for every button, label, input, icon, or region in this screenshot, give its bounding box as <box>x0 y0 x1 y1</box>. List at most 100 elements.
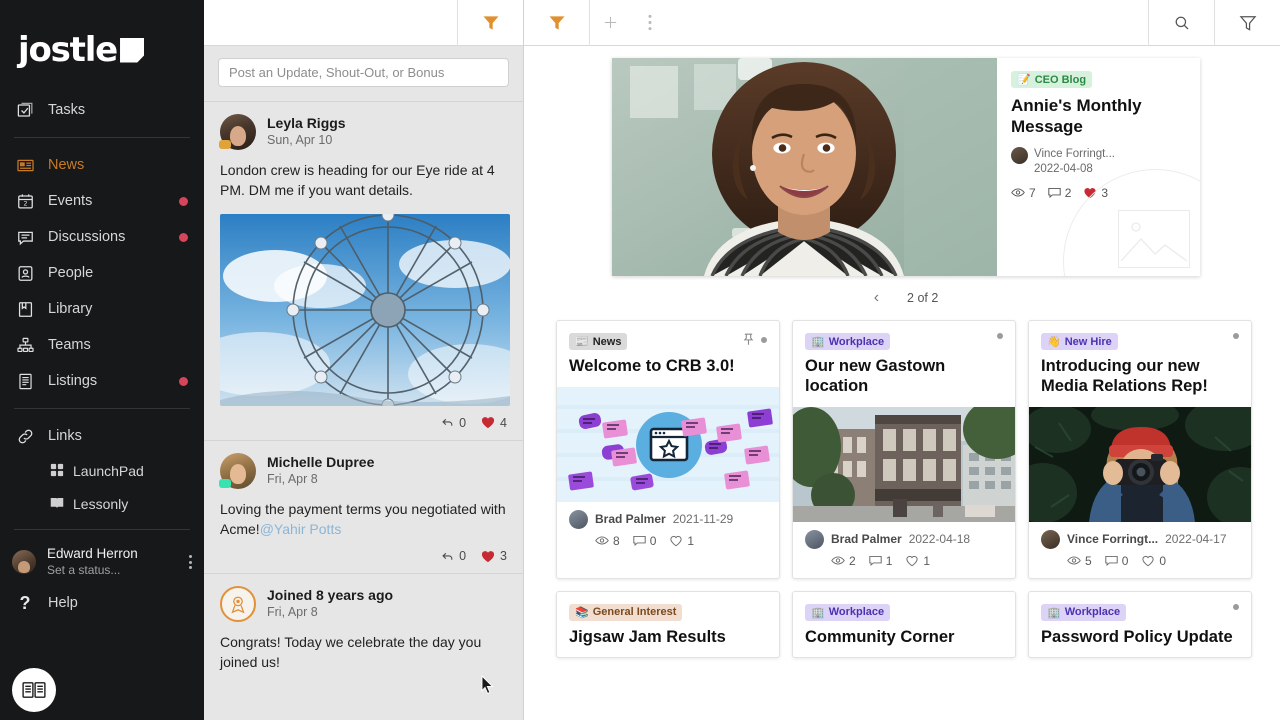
views-stat: 2 <box>831 554 856 568</box>
book-fab-button[interactable] <box>12 668 56 712</box>
card-badge[interactable]: 🏢 Workplace <box>805 333 890 350</box>
card-badge[interactable]: 🏢 Workplace <box>805 604 890 621</box>
sidebar-item-news[interactable]: News <box>0 147 204 183</box>
views-count: 8 <box>613 534 620 548</box>
reply-action[interactable]: 0 <box>441 416 466 430</box>
brand-mark-icon <box>120 38 144 63</box>
sidebar-divider-1 <box>14 137 190 138</box>
avatar <box>1041 530 1060 549</box>
card-controls <box>1233 333 1239 339</box>
avatar <box>220 586 256 622</box>
hero-badge[interactable]: 📝 CEO Blog <box>1011 71 1092 88</box>
sidebar-item-label: Listings <box>48 373 97 389</box>
notification-dot <box>179 377 188 386</box>
status-dot-icon[interactable] <box>1233 604 1239 610</box>
feed-column: Post an Update, Shout-Out, or Bonus Leyl… <box>204 0 524 720</box>
card-badge[interactable]: 👋 New Hire <box>1041 333 1118 350</box>
heart-outline-icon <box>669 535 683 547</box>
card-footer: Brad Palmer 2021-11-29 8 <box>557 502 779 558</box>
status-dot-icon[interactable] <box>1233 333 1239 339</box>
more-button[interactable] <box>630 0 670 46</box>
add-button[interactable] <box>590 0 630 46</box>
card-badge[interactable]: 📰 News <box>569 333 627 350</box>
hero-date: 2022-04-08 <box>1034 163 1093 175</box>
like-action[interactable]: 4 <box>481 416 507 430</box>
badge-label: Workplace <box>829 336 884 348</box>
post-image[interactable] <box>220 214 510 406</box>
sidebar-item-events[interactable]: 2 Events <box>0 183 204 219</box>
sidebar-item-links[interactable]: Links <box>0 418 204 454</box>
people-icon <box>14 262 36 284</box>
views-count: 5 <box>1085 554 1092 568</box>
sidebar-item-teams[interactable]: Teams <box>0 327 204 363</box>
views-stat: 8 <box>595 534 620 548</box>
feed-post[interactable]: Michelle Dupree Fri, Apr 8 Loving the pa… <box>204 440 523 574</box>
tasks-icon <box>14 99 36 121</box>
badge-label: News <box>593 336 622 348</box>
main-filter-button[interactable] <box>524 0 590 46</box>
book-icon <box>22 680 46 700</box>
sidebar-item-tasks[interactable]: Tasks <box>0 92 204 128</box>
news-card[interactable]: 📚 General Interest Jigsaw Jam Results <box>556 591 780 659</box>
comments-count: 2 <box>1065 186 1072 200</box>
search-icon <box>1173 14 1191 32</box>
card-badge[interactable]: 📚 General Interest <box>569 604 682 621</box>
sidebar-item-people[interactable]: People <box>0 255 204 291</box>
sidebar-item-discussions[interactable]: Discussions <box>0 219 204 255</box>
search-button[interactable] <box>1148 0 1214 46</box>
card-footer: Brad Palmer 2022-04-18 2 <box>793 522 1015 578</box>
comments-count: 1 <box>886 554 893 568</box>
reply-action[interactable]: 0 <box>441 549 466 563</box>
card-footer: Vince Forringt... 2022-04-17 5 <box>1029 522 1251 578</box>
filter-icon <box>547 13 567 33</box>
status-dot-icon[interactable] <box>997 333 1003 339</box>
kebab-menu-icon[interactable] <box>189 553 192 572</box>
news-card[interactable]: 🏢 Workplace Password Policy Update <box>1028 591 1252 659</box>
views-stat: 7 <box>1011 186 1036 200</box>
pin-icon[interactable] <box>743 333 754 346</box>
filter-icon <box>1238 13 1258 33</box>
card-title: Community Corner <box>805 628 1003 648</box>
composer-input[interactable]: Post an Update, Shout-Out, or Bonus <box>218 58 509 87</box>
news-card[interactable]: 🏢 Workplace Our new Gastown location <box>792 320 1016 579</box>
sidebar-item-library[interactable]: Library <box>0 291 204 327</box>
sidebar-item-label: Events <box>48 193 92 209</box>
status-dot-icon[interactable] <box>761 337 767 343</box>
sidebar-item-lessonly[interactable]: Lessonly <box>0 487 204 520</box>
post-mention[interactable]: @Yahir Potts <box>260 521 342 537</box>
badge-label: New Hire <box>1065 336 1112 348</box>
brand-logo[interactable]: jostle <box>0 0 204 92</box>
sidebar-item-listings[interactable]: Listings <box>0 363 204 399</box>
sidebar-item-launchpad[interactable]: LaunchPad <box>0 454 204 487</box>
prev-page-button[interactable]: ‹ <box>874 289 879 307</box>
news-card[interactable]: 📰 News Welcome to CRB 3.0! <box>556 320 780 579</box>
views-count: 2 <box>849 554 856 568</box>
feed-post[interactable]: Leyla Riggs Sun, Apr 10 London crew is h… <box>204 101 523 440</box>
hero-card[interactable]: 📝 CEO Blog Annie's Monthly Message Vince… <box>612 58 1200 276</box>
hero-meta: 📝 CEO Blog Annie's Monthly Message Vince… <box>997 58 1200 276</box>
reply-count: 0 <box>459 416 466 430</box>
views-count: 7 <box>1029 186 1036 200</box>
hero-author: Vince Forringt... <box>1034 148 1115 160</box>
like-action[interactable]: 3 <box>481 549 507 563</box>
feed-post[interactable]: Joined 8 years ago Fri, Apr 8 Congrats! … <box>204 573 523 683</box>
news-card[interactable]: 👋 New Hire Introducing our new Media Rel… <box>1028 320 1252 579</box>
likes-stat: 0 <box>1141 554 1166 568</box>
composer-wrap: Post an Update, Shout-Out, or Bonus <box>204 46 523 101</box>
sidebar-item-help[interactable]: ? Help <box>0 585 204 621</box>
post-date: Sun, Apr 10 <box>267 133 346 147</box>
notification-dot <box>179 197 188 206</box>
sidebar-sublink-label: LaunchPad <box>73 463 144 479</box>
card-badge[interactable]: 🏢 Workplace <box>1041 604 1126 621</box>
grid-icon <box>50 463 65 478</box>
user-status[interactable]: Set a status... <box>47 563 138 578</box>
feed-filter-button[interactable] <box>457 0 523 46</box>
right-filter-button[interactable] <box>1214 0 1280 46</box>
badge-emoji: 📝 <box>1017 73 1031 86</box>
sidebar-user[interactable]: Edward Herron Set a status... <box>0 539 204 585</box>
news-card[interactable]: 🏢 Workplace Community Corner <box>792 591 1016 659</box>
card-author: Brad Palmer <box>831 532 902 546</box>
discussions-icon <box>14 226 36 248</box>
sidebar-item-label: Teams <box>48 337 91 353</box>
comment-icon <box>633 535 646 546</box>
